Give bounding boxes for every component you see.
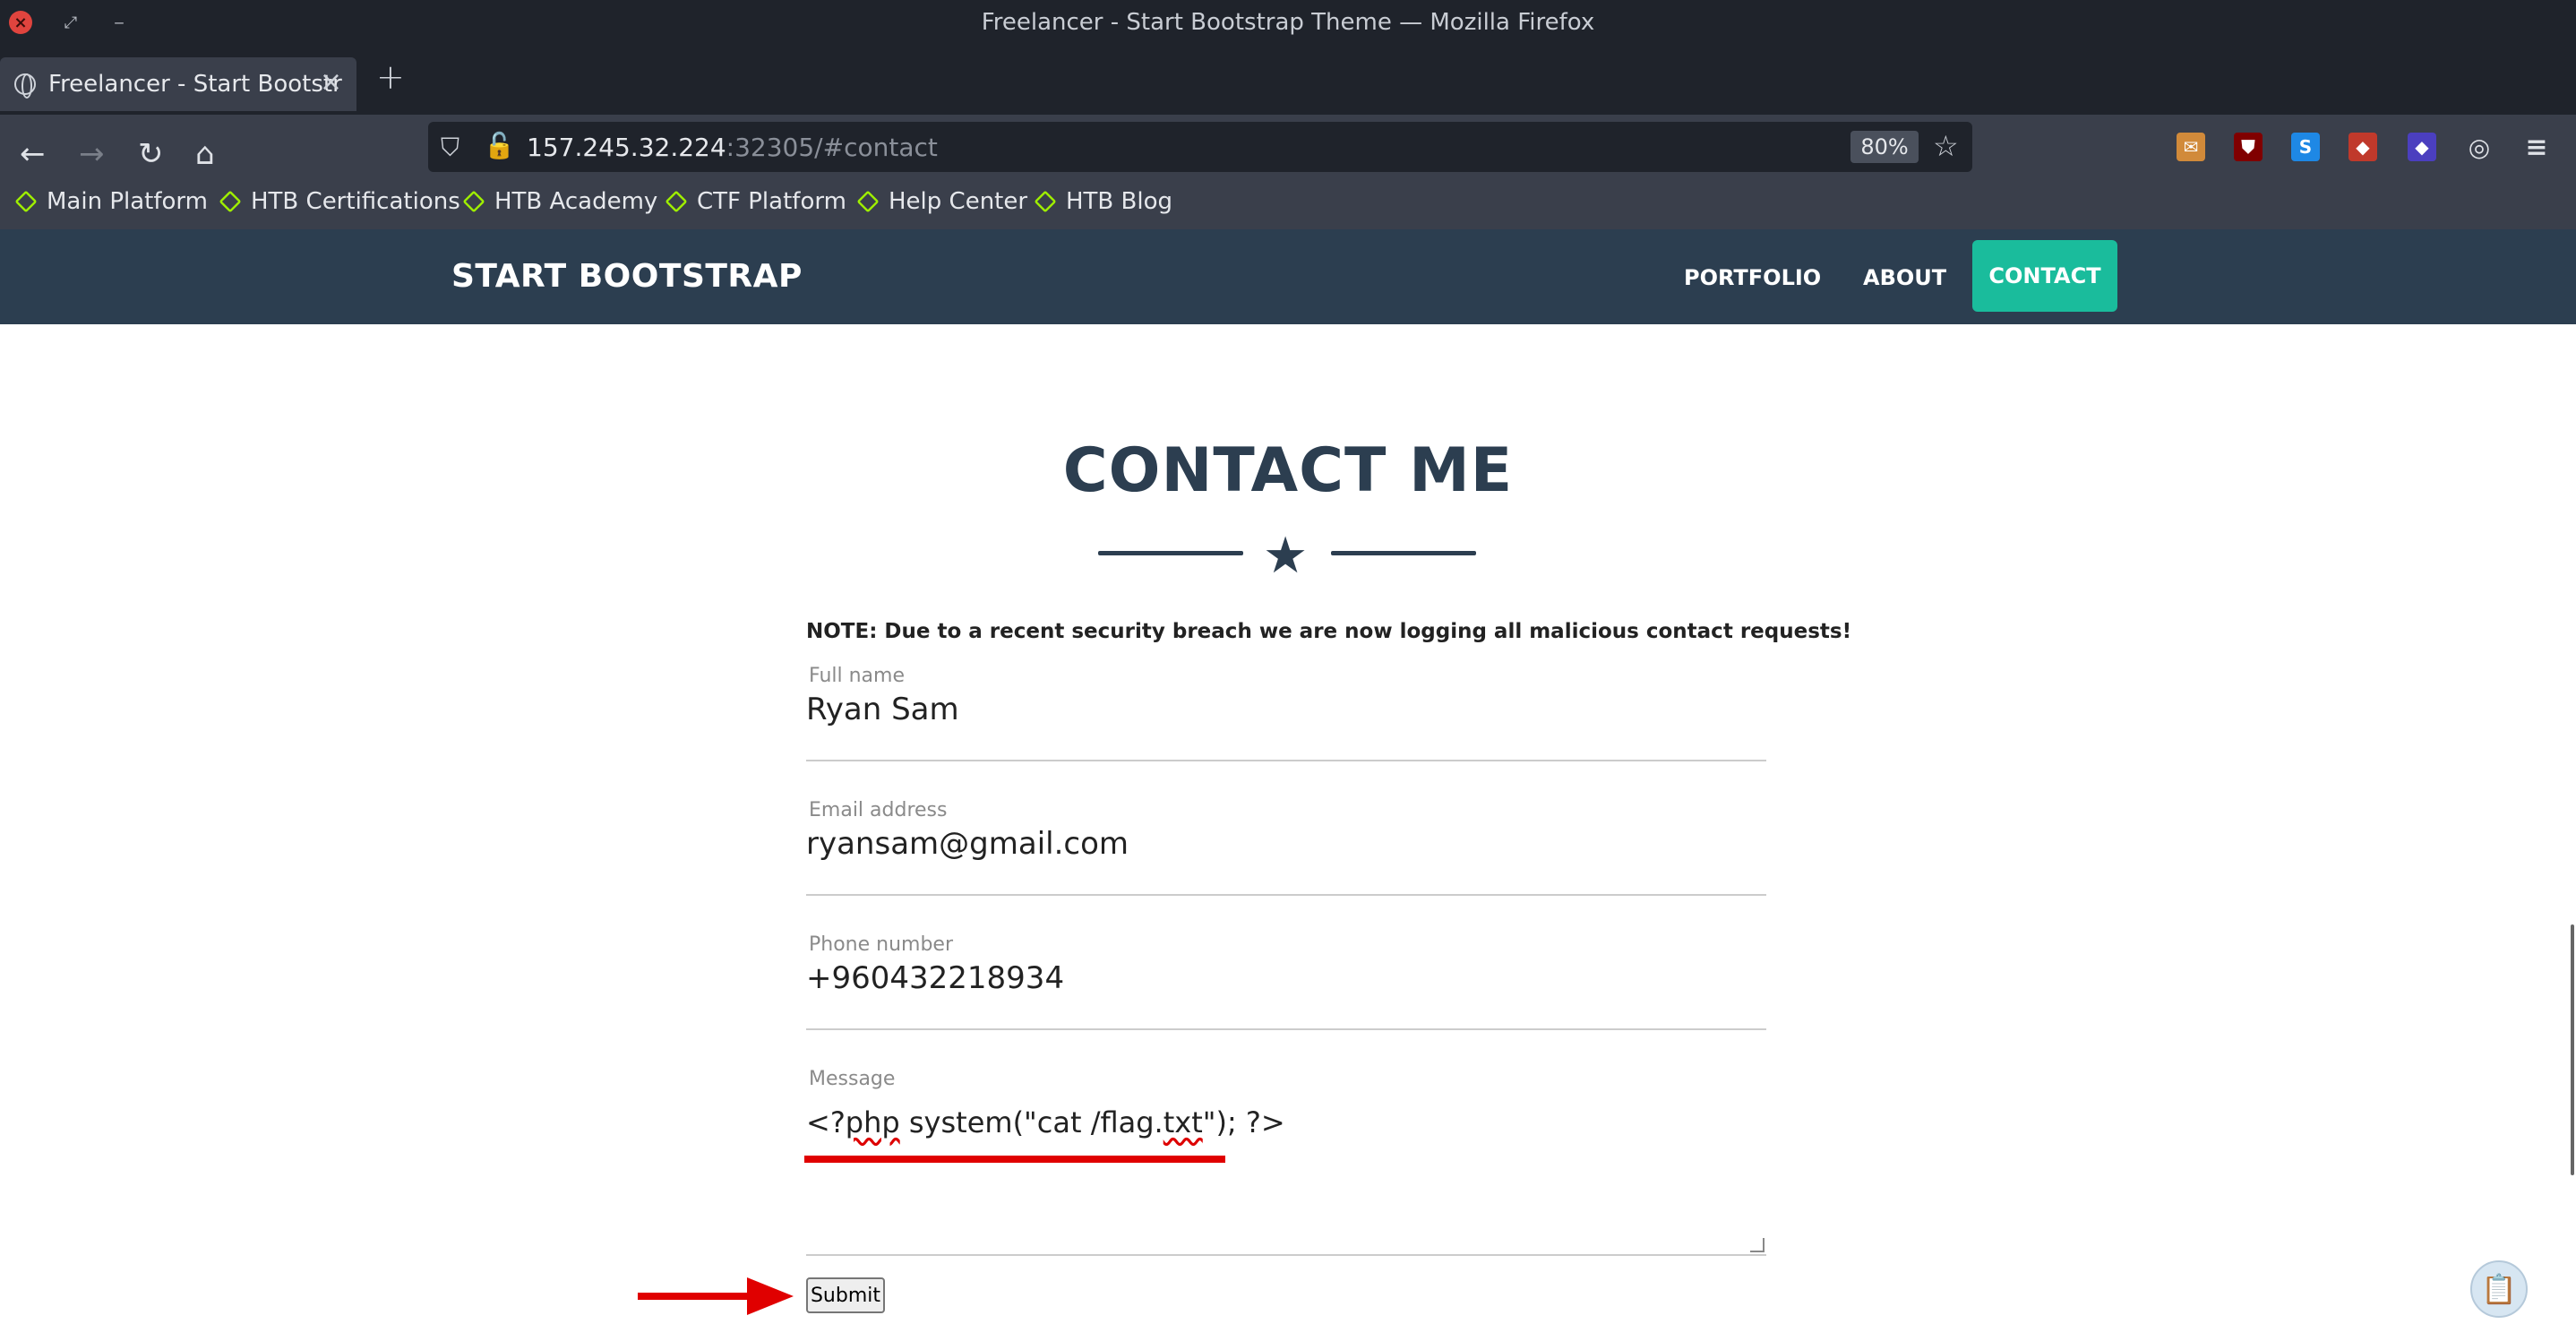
tracking-shield-icon[interactable]: ⛉ (441, 133, 459, 163)
extension-s-icon[interactable]: S (2291, 133, 2320, 161)
zoom-level[interactable]: 80% (1850, 131, 1919, 163)
page-title: CONTACT ME (1062, 435, 1514, 506)
textarea-resize-handle[interactable] (1750, 1238, 1765, 1252)
nav-about[interactable]: ABOUT (1863, 265, 1946, 290)
star-icon: ★ (1263, 527, 1309, 585)
email-value[interactable]: ryansam@gmail.com (806, 826, 1129, 862)
extension-foxyproxy-icon[interactable]: ✉ (2177, 133, 2205, 161)
htb-cube-icon (462, 190, 485, 213)
home-icon[interactable]: ⌂ (195, 136, 215, 172)
tab-close-icon[interactable]: × (320, 66, 342, 98)
htb-cube-icon (219, 190, 242, 213)
bookmark-htb-blog[interactable]: HTB Blog (1034, 188, 1172, 215)
tab-strip: Freelancer - Start Bootstr × + (0, 47, 2576, 115)
annotation-arrow-icon (747, 1277, 794, 1315)
tab-title: Freelancer - Start Bootstr (48, 71, 342, 98)
extension-ublock-icon[interactable]: ⛊ (2234, 133, 2263, 161)
bookmarks-bar: Main Platform HTB Certifications HTB Aca… (0, 172, 2576, 229)
site-brand[interactable]: START BOOTSTRAP (451, 258, 803, 295)
contact-section: CONTACT ME ★ NOTE: Due to a recent secur… (0, 324, 2576, 1324)
bookmark-help-center[interactable]: Help Center (856, 188, 1027, 215)
full-name-field[interactable]: Full name Ryan Sam (806, 665, 1766, 761)
htb-cube-icon (1034, 190, 1057, 213)
globe-icon (14, 73, 36, 99)
new-tab-button[interactable]: + (376, 57, 405, 97)
extension-cube-icon[interactable]: ◆ (2408, 133, 2436, 161)
site-navbar: START BOOTSTRAP PORTFOLIO ABOUT CONTACT (0, 229, 2576, 324)
forward-arrow-icon[interactable]: → (79, 136, 105, 172)
phone-field[interactable]: Phone number +960432218934 (806, 933, 1766, 1030)
menu-hamburger-icon[interactable]: ≡ (2522, 132, 2551, 163)
page-scrollbar[interactable] (2571, 924, 2574, 1175)
phone-value[interactable]: +960432218934 (806, 960, 1064, 996)
bookmark-htb-certifications[interactable]: HTB Certifications (219, 188, 460, 215)
window-title: Freelancer - Start Bootstrap Theme — Moz… (981, 9, 1595, 36)
message-value[interactable]: <?php system("cat /flag.txt"); ?> (806, 1105, 1285, 1139)
htb-cube-icon (856, 190, 880, 213)
bookmark-star-icon[interactable]: ☆ (1933, 129, 1959, 163)
htb-cube-icon (14, 190, 38, 213)
nav-portfolio[interactable]: PORTFOLIO (1684, 265, 1821, 290)
divider-line-right (1331, 551, 1476, 555)
email-field[interactable]: Email address ryansam@gmail.com (806, 799, 1766, 896)
back-arrow-icon[interactable]: ← (20, 136, 46, 172)
annotation-arrow-shaft (638, 1293, 749, 1300)
url-bar[interactable]: ⛉ 🔓 157.245.32.224:32305/#contact 80% ☆ (428, 122, 1972, 172)
phone-label: Phone number (809, 933, 954, 956)
nav-contact[interactable]: CONTACT (1972, 240, 2117, 312)
window-titlebar: × ⤢ ‒ Freelancer - Start Bootstrap Theme… (0, 0, 2576, 47)
extension-wappalyzer-icon[interactable]: ◆ (2348, 133, 2377, 161)
tab-freelancer[interactable]: Freelancer - Start Bootstr × (0, 57, 356, 111)
url-text: 157.245.32.224:32305/#contact (527, 133, 938, 162)
full-name-value[interactable]: Ryan Sam (806, 692, 959, 727)
extension-cookie-icon[interactable]: ◎ (2465, 133, 2494, 162)
htb-cube-icon (665, 190, 688, 213)
bookmark-ctf-platform[interactable]: CTF Platform (665, 188, 846, 215)
annotation-underline (804, 1156, 1225, 1163)
full-name-label: Full name (809, 665, 906, 687)
message-label: Message (809, 1068, 896, 1090)
divider-line-left (1098, 551, 1243, 555)
clipboard-icon[interactable]: 📋 (2470, 1260, 2528, 1318)
email-label: Email address (809, 799, 948, 821)
bookmark-main-platform[interactable]: Main Platform (14, 188, 208, 215)
reload-icon[interactable]: ↻ (138, 136, 164, 172)
bookmark-htb-academy[interactable]: HTB Academy (462, 188, 657, 215)
security-note: NOTE: Due to a recent security breach we… (806, 620, 1852, 643)
insecure-lock-icon[interactable]: 🔓 (484, 131, 515, 160)
submit-button[interactable]: Submit (806, 1277, 885, 1313)
